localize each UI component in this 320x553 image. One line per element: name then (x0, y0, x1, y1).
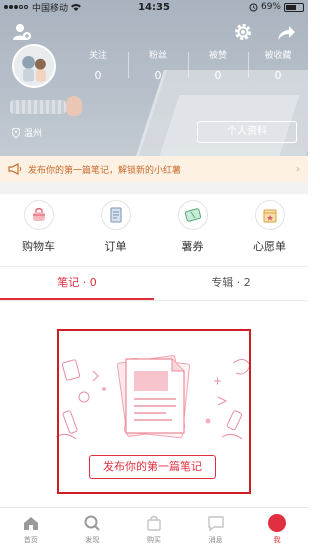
status-time: 14:35 (138, 1, 170, 13)
banner-text: 发布你的第一篇笔记，解锁新的小红薯 (28, 165, 182, 176)
stat-label: 被收藏 (264, 51, 292, 61)
add-friend-icon[interactable] (12, 22, 32, 42)
order-list-icon (100, 200, 131, 230)
message-icon (207, 516, 224, 532)
nav-discover[interactable]: 发现 (62, 508, 124, 553)
nav-label: 我 (273, 536, 281, 544)
level-badge-icon (66, 96, 82, 116)
stat-label: 关注 (88, 51, 107, 61)
stat-value: 0 (154, 69, 162, 82)
stat-collected[interactable]: 被收藏 0 (248, 48, 308, 88)
wishlist-icon (254, 200, 285, 230)
bottom-nav: 首页 发现 购买 消息 我 (0, 507, 308, 553)
home-icon (23, 517, 38, 530)
shortcut-label: 心愿单 (253, 240, 286, 253)
profile-header: 关注 0 粉丝 0 被赞 0 被收藏 0 温州 个人资料 (0, 0, 308, 156)
shopping-icon (147, 515, 161, 531)
shortcut-coupons[interactable]: 薯券 (154, 196, 231, 260)
nav-label: 消息 (208, 536, 223, 544)
stat-likes[interactable]: 被赞 0 (188, 48, 248, 88)
stat-value: 0 (274, 69, 282, 82)
nav-label: 购买 (146, 536, 161, 544)
battery-icon (284, 2, 304, 12)
location-pin-icon (12, 127, 20, 138)
tab-albums[interactable]: 专辑 · 2 (154, 268, 308, 300)
stat-label: 被赞 (208, 51, 227, 61)
edit-profile-button[interactable]: 个人资料 (197, 121, 297, 143)
share-icon[interactable] (276, 24, 296, 42)
notes-empty-state: 发布你的第一篇笔记 (0, 301, 308, 507)
location-text: 温州 (24, 129, 43, 139)
megaphone-icon (8, 163, 22, 175)
stat-value: 0 (94, 69, 102, 82)
content-tabs: 笔记 · 0 专辑 · 2 (0, 268, 308, 300)
coupon-icon (177, 200, 208, 230)
stat-value: 0 (214, 69, 222, 82)
tab-notes[interactable]: 笔记 · 0 (0, 268, 154, 300)
shortcut-wishlist[interactable]: 心愿单 (231, 196, 308, 260)
shortcut-orders[interactable]: 订单 (77, 196, 154, 260)
shortcut-label: 购物车 (22, 240, 55, 253)
nav-label: 首页 (23, 536, 38, 544)
nav-label: 发现 (85, 536, 100, 544)
location: 温州 (12, 126, 42, 139)
stat-label: 粉丝 (148, 51, 167, 61)
shopping-cart-icon (23, 200, 54, 230)
me-icon (268, 514, 287, 532)
stat-followers[interactable]: 粉丝 0 (128, 48, 188, 88)
gear-icon[interactable] (233, 22, 253, 42)
stat-following[interactable]: 关注 0 (68, 48, 128, 88)
publish-first-note-button[interactable]: 发布你的第一篇笔记 (89, 455, 216, 479)
status-bar: 中国移动 14:35 69% (0, 0, 308, 14)
username-blurred (10, 100, 66, 114)
shortcut-label: 薯券 (181, 240, 204, 253)
avatar[interactable] (12, 44, 56, 88)
nav-messages[interactable]: 消息 (185, 508, 247, 553)
nav-shop[interactable]: 购买 (123, 508, 185, 553)
section-gap (0, 182, 308, 194)
shortcut-label: 订单 (104, 240, 127, 253)
nav-home[interactable]: 首页 (0, 508, 62, 553)
shortcut-row: 购物车 订单 薯券 心愿单 (0, 196, 308, 260)
profile-stats: 关注 0 粉丝 0 被赞 0 被收藏 0 (68, 48, 308, 88)
first-note-banner[interactable]: 发布你的第一篇笔记，解锁新的小红薯 › (0, 156, 308, 182)
search-icon (84, 515, 101, 531)
divider (0, 266, 308, 267)
header-toolbar (0, 22, 308, 44)
shortcut-cart[interactable]: 购物车 (0, 196, 77, 260)
nav-me[interactable]: 我 (246, 508, 308, 553)
avatar-illustration (14, 46, 54, 86)
chevron-right-icon: › (296, 163, 300, 175)
